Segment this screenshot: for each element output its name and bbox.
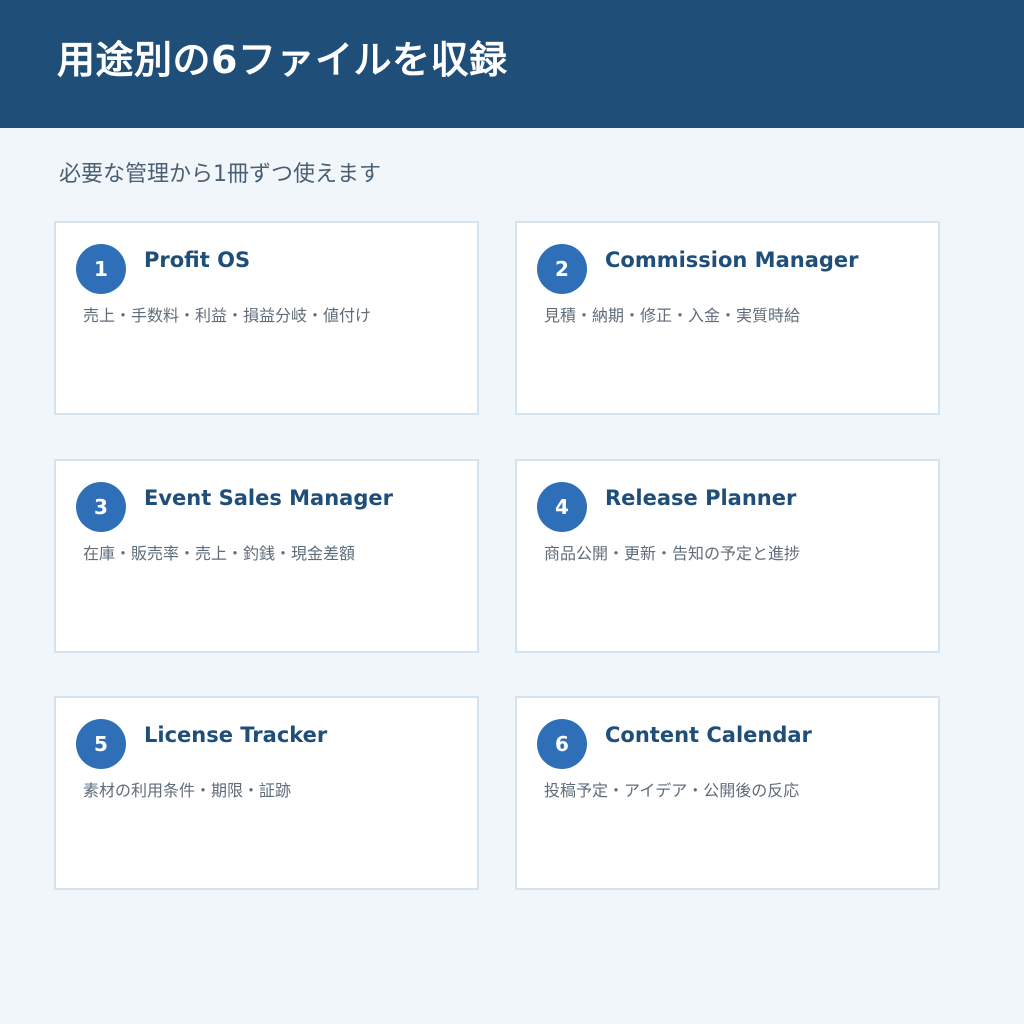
- card-number-badge: 2: [537, 244, 587, 294]
- card-title: Profit OS: [144, 248, 251, 272]
- file-card-license-tracker: 5 License Tracker 素材の利用条件・期限・証跡: [54, 696, 479, 890]
- card-description: 売上・手数料・利益・損益分岐・値付け: [83, 306, 372, 325]
- file-card-commission-manager: 2 Commission Manager 見積・納期・修正・入金・実質時給: [515, 221, 940, 415]
- card-description: 商品公開・更新・告知の予定と進捗: [544, 544, 801, 563]
- card-number-badge: 6: [537, 719, 587, 769]
- card-description: 在庫・販売率・売上・釣銭・現金差額: [83, 544, 356, 563]
- card-description: 投稿予定・アイデア・公開後の反応: [544, 781, 800, 800]
- card-title: Content Calendar: [605, 723, 812, 747]
- page-subtitle: 必要な管理から1冊ずつ使えます: [59, 162, 381, 187]
- card-number-badge: 1: [76, 244, 126, 294]
- card-number-badge: 4: [537, 482, 587, 532]
- card-number-badge: 3: [76, 482, 126, 532]
- page-title: 用途別の6ファイルを収録: [57, 38, 508, 82]
- card-description: 見積・納期・修正・入金・実質時給: [544, 306, 801, 325]
- card-title: Commission Manager: [605, 248, 859, 272]
- card-title: License Tracker: [144, 723, 328, 747]
- file-card-release-planner: 4 Release Planner 商品公開・更新・告知の予定と進捗: [515, 459, 940, 653]
- card-title: Event Sales Manager: [144, 486, 393, 510]
- file-card-profit-os: 1 Profit OS 売上・手数料・利益・損益分岐・値付け: [54, 221, 479, 415]
- card-number-badge: 5: [76, 719, 126, 769]
- file-card-event-sales-manager: 3 Event Sales Manager 在庫・販売率・売上・釣銭・現金差額: [54, 459, 479, 653]
- card-description: 素材の利用条件・期限・証跡: [83, 781, 292, 800]
- card-title: Release Planner: [605, 486, 797, 510]
- header-banner: 用途別の6ファイルを収録: [0, 0, 1024, 128]
- file-card-content-calendar: 6 Content Calendar 投稿予定・アイデア・公開後の反応: [515, 696, 940, 890]
